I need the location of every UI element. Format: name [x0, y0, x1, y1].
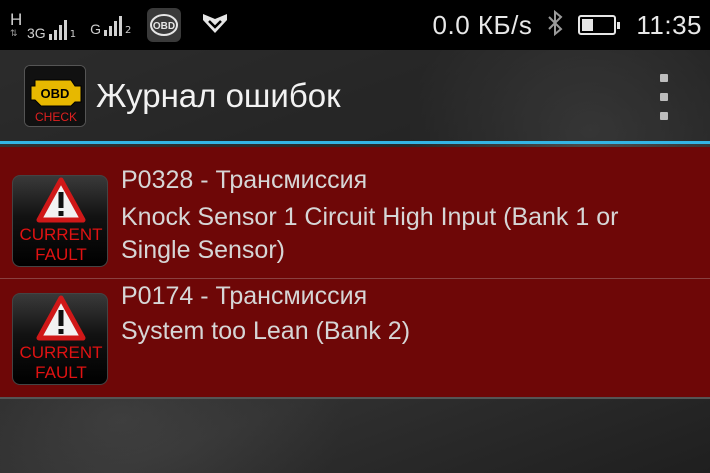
app-logo-icon[interactable]: OBD CHECK [24, 64, 86, 127]
app-icon-check-text: CHECK [35, 110, 77, 124]
data-rate: 0.0 КБ/s [432, 9, 533, 40]
sim-number-2: 2 [124, 25, 132, 36]
obd-icon: OBD [147, 8, 182, 42]
list-item[interactable]: CURRENT FAULT P0328 - Трансмиссия Knock … [0, 147, 710, 279]
network-type-1: 3G [27, 25, 46, 41]
signal-icon [103, 14, 122, 36]
current-fault-icon: CURRENT FAULT [12, 293, 108, 385]
signal-icon [48, 18, 67, 40]
action-bar: OBD CHECK Журнал ошибок [0, 50, 710, 144]
battery-icon [578, 15, 621, 35]
fault-list: CURRENT FAULT P0328 - Трансмиссия Knock … [0, 147, 710, 399]
app-icon-obd-text: OBD [41, 86, 70, 101]
shield-icon [201, 11, 229, 39]
status-bar: H ⇅ 3G 1 G 2 OBD 0.0 КБ/s 11:35 [0, 0, 710, 50]
fault-description: System too Lean (Bank 2) [121, 317, 411, 345]
fault-badge-line2: FAULT [35, 245, 87, 264]
fault-badge-line1: CURRENT [19, 343, 103, 362]
fault-badge-line1: CURRENT [19, 225, 103, 244]
fault-text: P0174 - Трансмиссия System too Lean (Ban… [121, 281, 692, 348]
sim-number-1: 1 [69, 29, 77, 40]
fault-description: Knock Sensor 1 Circuit High Input (Bank … [121, 203, 619, 264]
fault-code: P0174 - Трансмиссия [121, 282, 368, 310]
current-fault-icon: CURRENT FAULT [12, 175, 108, 267]
hspa-label: H [10, 10, 23, 29]
list-item[interactable]: CURRENT FAULT P0174 - Трансмиссия System… [0, 279, 710, 399]
obd-badge-text: OBD [153, 21, 175, 32]
network-sim2: G 2 [90, 14, 131, 36]
network-sim1: H ⇅ 3G 1 [10, 10, 76, 40]
fault-badge-line2: FAULT [35, 363, 87, 382]
fault-text: P0328 - Трансмиссия Knock Sensor 1 Circu… [121, 165, 692, 267]
clock: 11:35 [636, 9, 702, 40]
network-type-2: G [90, 21, 101, 37]
data-arrows-icon: ⇅ [10, 29, 18, 39]
fault-code: P0328 - Трансмиссия [121, 166, 368, 194]
bluetooth-icon [546, 9, 564, 40]
page-title: Журнал ошибок [96, 76, 341, 114]
overflow-menu-icon[interactable] [658, 74, 670, 120]
